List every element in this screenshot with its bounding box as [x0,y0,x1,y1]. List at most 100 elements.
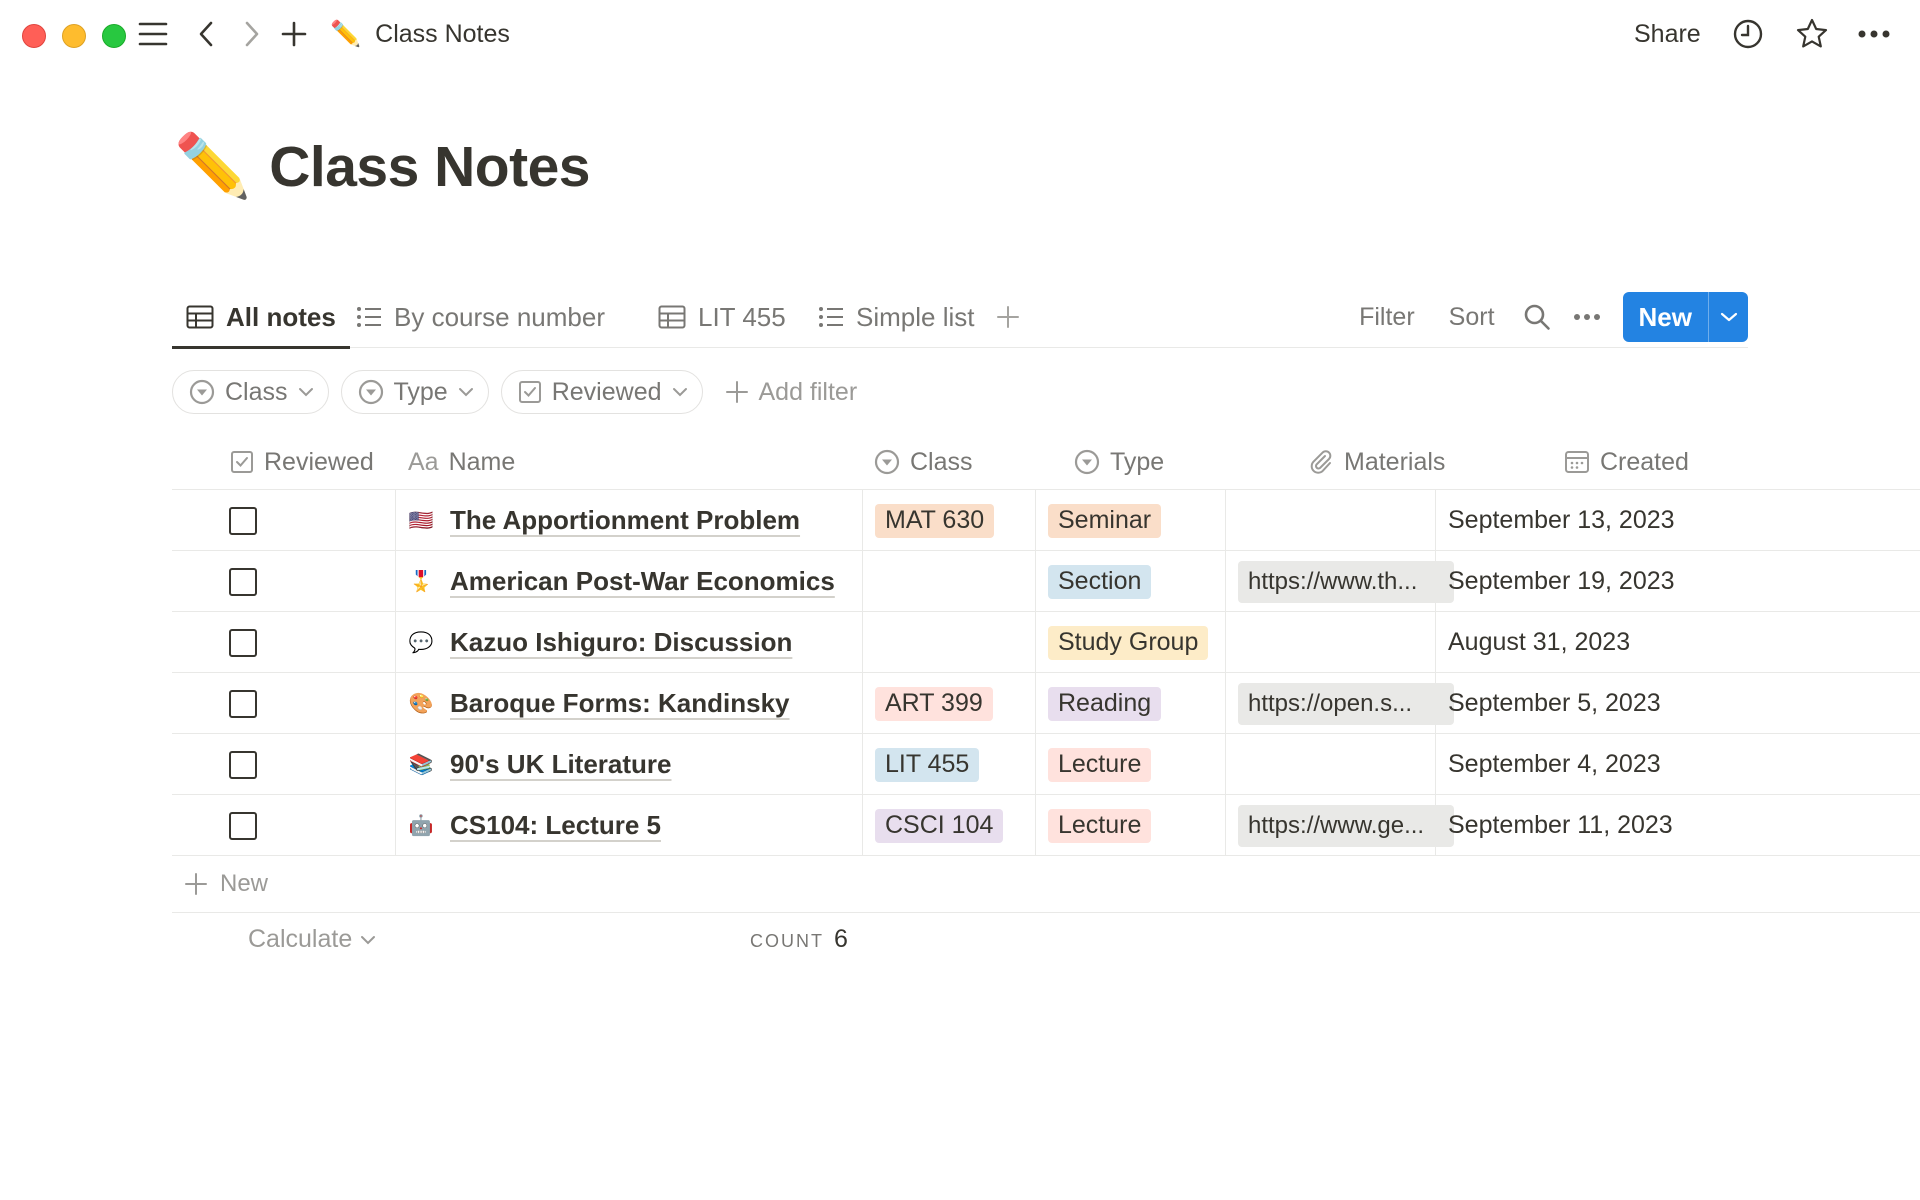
tab-all-notes[interactable]: All notes [172,286,350,349]
type-cell[interactable]: Study Group [1048,612,1209,673]
page-title-text[interactable]: Class Notes [269,134,590,200]
class-cell[interactable]: LIT 455 [875,734,980,795]
share-button[interactable]: Share [1634,16,1701,52]
column-label: Reviewed [264,447,374,476]
table-row[interactable]: 💬 Kazuo Ishiguro: Discussion Study Group Au… [172,612,1920,673]
type-tag: Lecture [1048,808,1152,843]
materials-link[interactable]: https://open.s... [1238,682,1454,725]
column-header-name[interactable]: Aa Name [408,434,515,490]
name-cell[interactable]: 🎖️ American Post-War Economics [408,551,835,612]
column-divider [862,795,863,855]
reviewed-checkbox[interactable] [229,811,257,840]
column-divider [1225,490,1226,550]
calendar-icon [1565,451,1589,473]
tab-by-course-number[interactable]: By course number [342,286,619,348]
sidebar-menu-icon[interactable] [133,14,173,54]
row-name[interactable]: The Apportionment Problem [450,505,800,536]
name-cell[interactable]: 📚 90's UK Literature [408,734,672,795]
tab-label: LIT 455 [698,301,786,332]
add-filter-button[interactable]: Add filter [715,378,868,407]
search-icon[interactable] [1515,295,1559,339]
forward-arrow-icon[interactable] [232,14,272,54]
name-cell[interactable]: 🇺🇸 The Apportionment Problem [408,490,801,551]
plus-icon[interactable] [274,14,314,54]
column-header-reviewed[interactable]: Reviewed [230,434,374,490]
add-row-button[interactable]: New [172,856,1920,913]
filter-chip-class[interactable]: Class [172,370,329,414]
table-row[interactable]: 🇺🇸 The Apportionment Problem MAT 630 Semina… [172,490,1920,551]
created-cell[interactable]: September 13, 2023 [1448,490,1675,551]
type-cell[interactable]: Reading [1048,673,1162,734]
class-cell[interactable]: ART 399 [875,673,993,734]
row-emoji-icon: 📚 [408,754,434,776]
minimize-window-button[interactable] [62,24,86,48]
page-title-emoji-icon[interactable]: ✏️ [174,136,251,198]
row-name[interactable]: 90's UK Literature [450,749,671,780]
column-divider [1435,734,1436,794]
type-cell[interactable]: Seminar [1048,490,1162,551]
class-cell[interactable]: CSCI 104 [875,795,1004,856]
created-cell[interactable]: August 31, 2023 [1448,612,1630,673]
table-row[interactable]: 🎖️ American Post-War Economics Section http… [172,551,1920,612]
materials-link[interactable]: https://www.ge... [1238,804,1454,847]
materials-link[interactable]: https://www.th... [1238,560,1454,603]
column-divider [1225,734,1226,794]
add-view-button[interactable] [982,286,1034,348]
column-header-class[interactable]: Class [874,434,973,490]
count-summary[interactable]: COUNT 6 [750,925,848,954]
more-options-icon[interactable] [1854,14,1894,54]
close-window-button[interactable] [22,24,46,48]
reviewed-checkbox[interactable] [229,750,257,779]
created-cell[interactable]: September 4, 2023 [1448,734,1661,795]
filter-chip-type[interactable]: Type [340,370,489,414]
column-header-materials[interactable]: Materials [1308,434,1445,490]
row-name[interactable]: American Post-War Economics [450,566,835,597]
back-arrow-icon[interactable] [186,14,226,54]
name-cell[interactable]: 🤖 CS104: Lecture 5 [408,795,661,856]
chevron-down-icon[interactable] [1708,292,1748,342]
type-cell[interactable]: Lecture [1048,795,1152,856]
column-label: Materials [1344,447,1446,476]
type-cell[interactable]: Section [1048,551,1152,612]
reviewed-checkbox[interactable] [229,567,257,596]
table-row[interactable]: 📚 90's UK Literature LIT 455 Lecture Septemb… [172,734,1920,795]
column-header-type[interactable]: Type [1074,434,1164,490]
tab-lit-455[interactable]: LIT 455 [644,286,800,348]
type-cell[interactable]: Lecture [1048,734,1152,795]
sort-button[interactable]: Sort [1435,297,1509,338]
tab-simple-list[interactable]: Simple list [804,286,988,348]
new-record-button[interactable]: New [1622,292,1748,342]
view-more-options-icon[interactable] [1565,295,1609,339]
calculate-button[interactable]: Calculate [248,925,376,954]
created-cell[interactable]: September 5, 2023 [1448,673,1661,734]
column-header-created[interactable]: Created [1564,434,1689,490]
select-property-icon [189,379,215,405]
column-divider [1225,795,1226,855]
row-name[interactable]: CS104: Lecture 5 [450,810,661,841]
row-name[interactable]: Kazuo Ishiguro: Discussion [450,627,792,658]
updates-clock-icon[interactable] [1728,14,1768,54]
row-name[interactable]: Baroque Forms: Kandinsky [450,688,790,719]
filter-chip-reviewed[interactable]: Reviewed [500,370,703,414]
name-cell[interactable]: 🎨 Baroque Forms: Kandinsky [408,673,790,734]
class-cell[interactable]: MAT 630 [875,490,995,551]
reviewed-checkbox[interactable] [229,689,257,718]
maximize-window-button[interactable] [102,24,126,48]
materials-cell[interactable]: https://www.th... [1238,551,1454,612]
reviewed-checkbox[interactable] [229,628,257,657]
created-cell[interactable]: September 19, 2023 [1448,551,1675,612]
name-cell[interactable]: 💬 Kazuo Ishiguro: Discussion [408,612,793,673]
table-row[interactable]: 🤖 CS104: Lecture 5 CSCI 104 Lecture https://… [172,795,1920,856]
favorite-star-icon[interactable] [1792,14,1832,54]
created-cell[interactable]: September 11, 2023 [1448,795,1673,856]
filter-button[interactable]: Filter [1345,297,1429,338]
column-divider [1435,612,1436,672]
chevron-down-icon [361,935,376,944]
materials-cell[interactable]: https://open.s... [1238,673,1454,734]
breadcrumb[interactable]: ✏️ Class Notes [330,16,510,52]
reviewed-checkbox[interactable] [229,506,257,535]
column-divider [395,551,396,611]
chip-label: Class [225,377,288,406]
table-row[interactable]: 🎨 Baroque Forms: Kandinsky ART 399 Reading h… [172,673,1920,734]
materials-cell[interactable]: https://www.ge... [1238,795,1454,856]
